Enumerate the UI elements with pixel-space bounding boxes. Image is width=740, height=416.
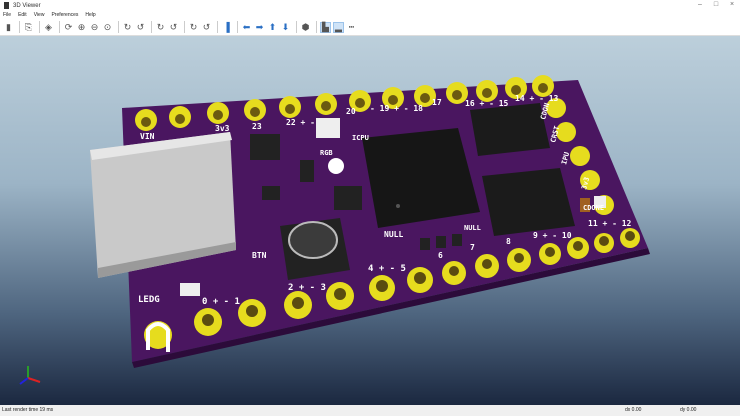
menu-bar: File Edit View Preferences Help — [0, 11, 740, 19]
show-smd-icon[interactable]: ▂ — [333, 21, 344, 33]
zoom-out-icon[interactable]: ⊖ — [89, 22, 100, 33]
render-options-icon[interactable]: ◈ — [43, 22, 54, 33]
silk-6: 6 — [438, 251, 443, 260]
separator — [151, 21, 152, 33]
silk-17: 17 — [432, 98, 442, 107]
silk-3v3: 3v3 — [215, 124, 230, 133]
menu-preferences[interactable]: Preferences — [51, 11, 78, 19]
silk-23: 23 — [252, 122, 262, 131]
silk-rgb: RGB — [320, 149, 333, 157]
rotate-y-cw-icon[interactable]: ↻ — [155, 22, 166, 33]
separator — [19, 21, 20, 33]
copy-3d-image-icon[interactable]: ⎘ — [23, 22, 34, 33]
toolbar: ▮ ⎘ ◈ ⟳ ⊕ ⊖ ⊙ ↻ ↺ ↻ ↺ ↻ ↺ ▐ ⬅ ➡ ⬆ ⬇ ⬢ ▙ … — [0, 19, 740, 36]
separator — [217, 21, 218, 33]
rotate-z-ccw-icon[interactable]: ↺ — [201, 22, 212, 33]
dy-status: dy 0.00 — [680, 407, 697, 413]
menu-edit[interactable]: Edit — [18, 11, 27, 19]
silk-14-13: 14 + - 13 — [515, 94, 559, 103]
flash-chip-top — [470, 103, 550, 156]
silk-0-1: 0 + - 1 — [202, 297, 240, 307]
rotate-x-ccw-icon[interactable]: ↺ — [135, 22, 146, 33]
axis-indicator-icon — [19, 366, 41, 385]
render-time-status: Last render time 19 ms — [2, 407, 54, 413]
menu-view[interactable]: View — [34, 11, 45, 19]
export-image-icon[interactable]: ▮ — [3, 22, 14, 33]
silk-16-15: 16 + - 15 — [465, 99, 509, 108]
rotate-x-cw-icon[interactable]: ↻ — [122, 22, 133, 33]
rgb-led — [316, 118, 340, 138]
ortho-view-icon[interactable]: ⬢ — [300, 22, 311, 33]
menu-file[interactable]: File — [3, 11, 11, 19]
silk-null-2: NULL — [464, 224, 481, 232]
separator — [184, 21, 185, 33]
silk-20: 20 — [346, 107, 356, 116]
separator — [296, 21, 297, 33]
silk-9-10: 9 + - 10 — [533, 231, 572, 240]
pan-up-icon[interactable]: ⬆ — [267, 22, 278, 33]
separator — [118, 21, 119, 33]
flash-chip-bottom — [482, 168, 575, 236]
silk-btn: BTN — [252, 251, 267, 260]
rotate-z-cw-icon[interactable]: ↻ — [188, 22, 199, 33]
app-icon — [4, 2, 9, 9]
zoom-in-icon[interactable]: ⊕ — [76, 22, 87, 33]
silk-cdone: CDONE — [583, 204, 604, 212]
silk-22: 22 + - — [286, 118, 315, 127]
dx-status: dx 0.00 — [625, 407, 642, 413]
silk-vin: VIN — [140, 132, 155, 141]
reload-icon[interactable]: ⟳ — [63, 22, 74, 33]
status-bar: Last render time 19 ms dx 0.00 dy 0.00 — [0, 405, 740, 416]
silk-ledg: LEDG — [138, 295, 160, 305]
show-virtual-icon[interactable]: ┅ — [346, 22, 357, 33]
silk-11-12: 11 + - 12 — [588, 219, 632, 228]
silk-null-1: NULL — [384, 230, 403, 239]
3d-canvas[interactable]: VIN 3v3 23 22 + - 20 - 19 + - 18 17 16 +… — [0, 36, 740, 405]
pan-down-icon[interactable]: ⬇ — [280, 22, 291, 33]
pan-left-icon[interactable]: ⬅ — [241, 22, 252, 33]
silk-19-18: - 19 + - 18 — [370, 104, 423, 113]
separator — [237, 21, 238, 33]
minimize-button[interactable]: – — [692, 0, 708, 10]
zoom-fit-icon[interactable]: ⊙ — [102, 22, 113, 33]
separator — [59, 21, 60, 33]
flip-board-icon[interactable]: ▐ — [221, 22, 232, 33]
pcb-3d-render: VIN 3v3 23 22 + - 20 - 19 + - 18 17 16 +… — [19, 75, 650, 385]
reset-button-cap[interactable] — [288, 221, 338, 259]
silk-4-5: 4 + - 5 — [368, 264, 406, 274]
silk-8: 8 — [506, 237, 511, 246]
rotate-y-ccw-icon[interactable]: ↺ — [168, 22, 179, 33]
close-button[interactable]: × — [724, 0, 740, 10]
silk-icpu: ICPU — [352, 134, 369, 142]
silk-7: 7 — [470, 243, 475, 252]
title-bar: 3D Viewer – □ × — [0, 0, 740, 11]
silk-2-3: 2 + - 3 — [288, 283, 326, 293]
menu-help[interactable]: Help — [85, 11, 95, 19]
pan-right-icon[interactable]: ➡ — [254, 22, 265, 33]
separator — [316, 21, 317, 33]
maximize-button[interactable]: □ — [708, 0, 724, 10]
separator — [39, 21, 40, 33]
show-tht-icon[interactable]: ▙ — [320, 21, 331, 33]
window-title: 3D Viewer — [13, 2, 41, 9]
